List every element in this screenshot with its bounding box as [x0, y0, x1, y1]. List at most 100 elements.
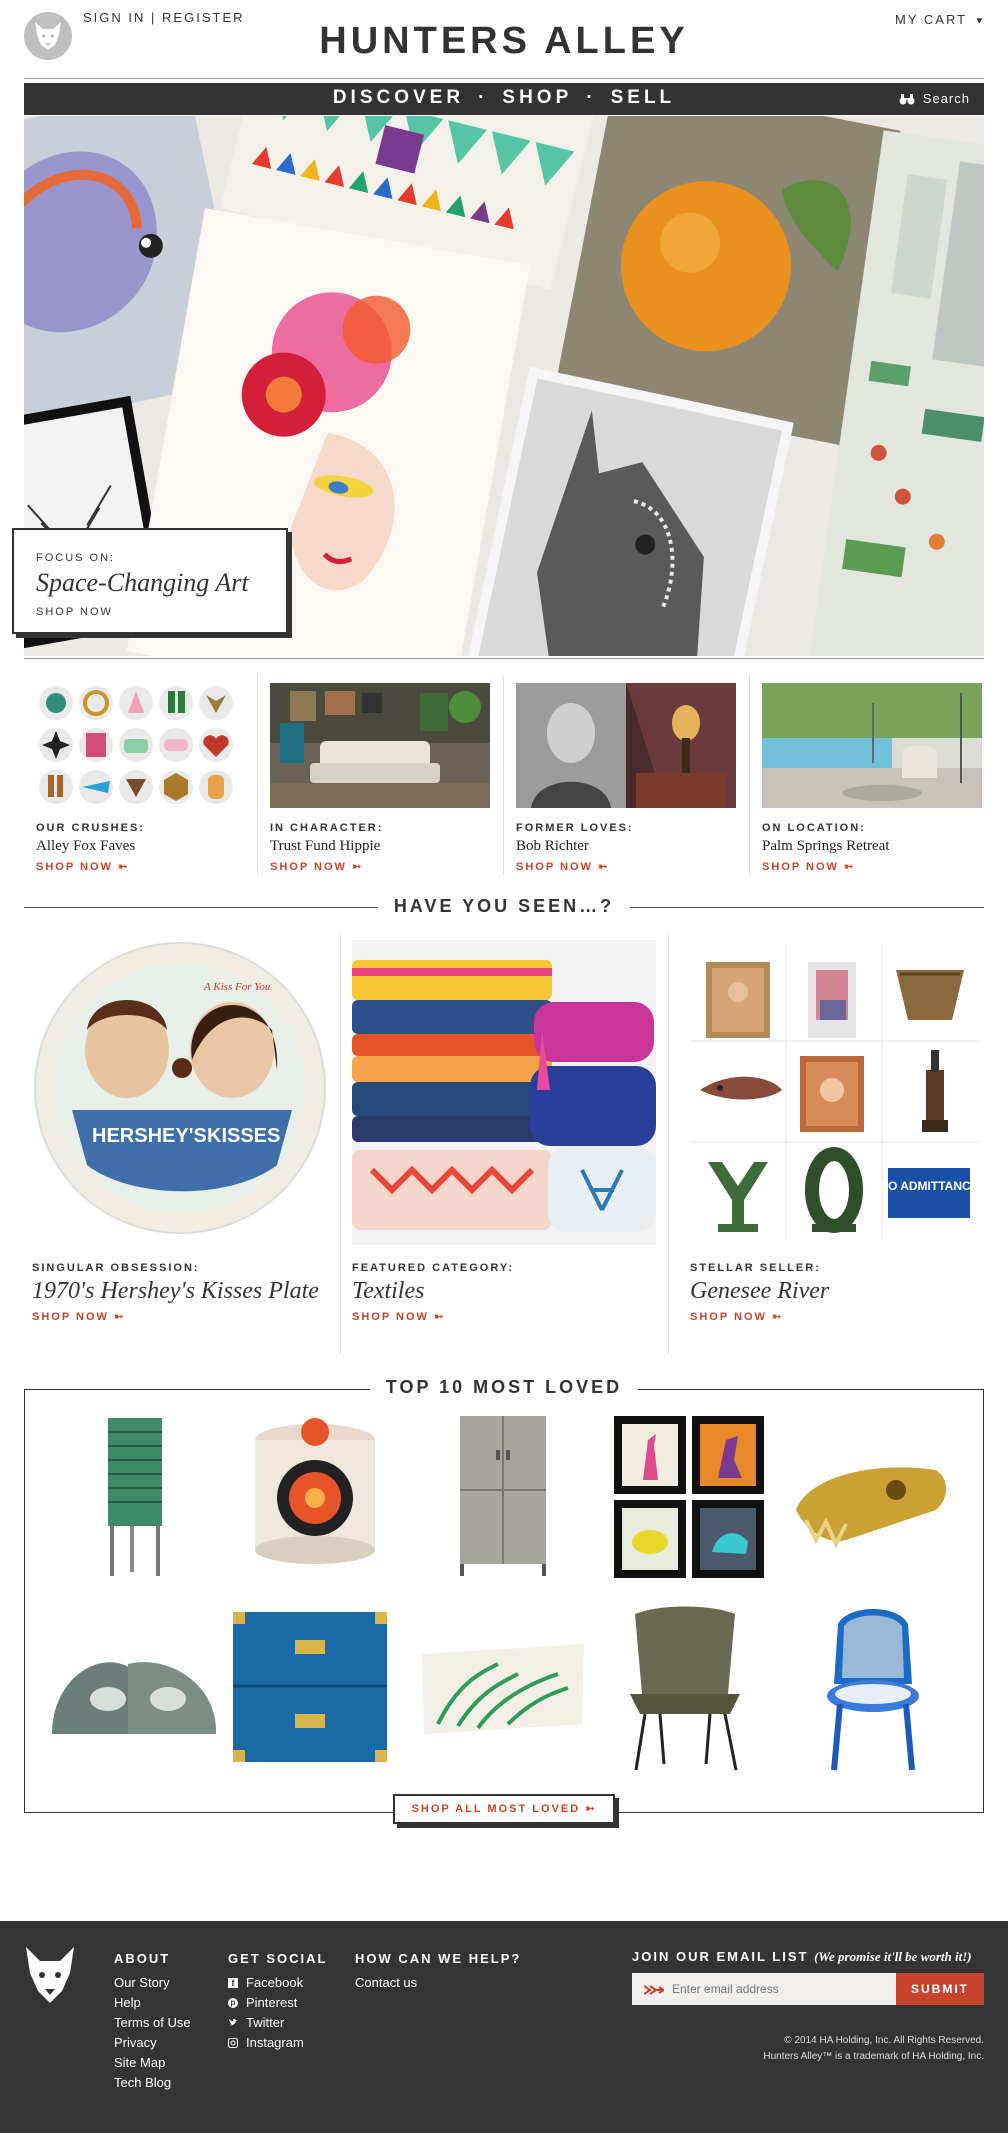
footer-link-pinterest[interactable]: p Pinterest — [228, 1993, 327, 2013]
search-button[interactable]: Search — [899, 91, 970, 106]
top10-item-blue-cane-chair[interactable] — [788, 1604, 958, 1774]
nav-dot: · — [586, 87, 597, 108]
divider — [749, 675, 750, 875]
shop-now-link[interactable]: SHOP NOW ➳ — [36, 860, 256, 873]
feature-card-crushes[interactable]: OUR CRUSHES: Alley Fox Faves SHOP NOW ➳ — [36, 683, 256, 879]
top10-item-leather-chair[interactable] — [600, 1604, 770, 1774]
showcase-kicker: STELLAR SELLER: — [690, 1262, 821, 1274]
top10-item-palm-clutch[interactable] — [418, 1604, 588, 1774]
textiles-image — [352, 940, 656, 1245]
feature-title: Bob Richter — [516, 838, 589, 854]
feature-kicker: ON LOCATION: — [762, 822, 866, 834]
feature-title: Palm Springs Retreat — [762, 838, 890, 854]
divider — [668, 935, 669, 1355]
submit-button[interactable]: SUBMIT — [896, 1973, 984, 2005]
showcase-title: Textiles — [352, 1278, 425, 1304]
showcase-textiles[interactable]: FEATURED CATEGORY: Textiles SHOP NOW ➳ — [352, 940, 656, 1323]
footer-link-label: Instagram — [246, 2035, 304, 2050]
top10-item-metal-cabinet[interactable] — [418, 1410, 588, 1580]
showcase-kicker: SINGULAR OBSESSION: — [32, 1262, 200, 1274]
top10-item-suzani-box[interactable] — [230, 1410, 400, 1580]
footer-heading: ABOUT — [114, 1951, 171, 1966]
section-title: HAVE YOU SEEN…? — [377, 896, 631, 917]
plate-top-text: A Kiss For You — [203, 981, 271, 993]
nav-discover[interactable]: DISCOVER — [333, 87, 464, 108]
footer-link-terms[interactable]: Terms of Use — [114, 2013, 191, 2033]
showcase-obsession[interactable]: A Kiss For You HERSHEY'S KISSES SINGULAR… — [32, 940, 342, 1323]
feature-card-on-location[interactable]: ON LOCATION: Palm Springs Retreat SHOP N… — [762, 683, 982, 879]
top10-item-blue-chest[interactable] — [225, 1604, 395, 1774]
footer-link-privacy[interactable]: Privacy — [114, 2033, 191, 2053]
top10-item-gold-skull[interactable] — [786, 1410, 956, 1580]
showcase-seller[interactable]: NO ADMITTANCE STELLAR SELLER: Genesee Ri… — [690, 940, 980, 1323]
arrow-icon — [643, 1983, 666, 2001]
nav-dot: · — [478, 87, 489, 108]
footer-link-site-map[interactable]: Site Map — [114, 2053, 191, 2073]
shop-now-link[interactable]: SHOP NOW ➳ — [762, 860, 982, 873]
footer-link-help[interactable]: Help — [114, 1993, 191, 2013]
copyright-block: © 2014 HA Holding, Inc. All Rights Reser… — [763, 2033, 984, 2065]
feature-image-crushes — [36, 683, 256, 808]
cart-link[interactable]: MY CART ▾ — [895, 12, 984, 27]
top10-item-animal-prints[interactable] — [608, 1410, 778, 1580]
feature-kicker: FORMER LOVES: — [516, 822, 634, 834]
trademark-text: Hunters Alley™ is a trademark of HA Hold… — [763, 2051, 984, 2062]
feature-card-character[interactable]: IN CHARACTER: Trust Fund Hippie SHOP NOW… — [270, 683, 490, 879]
hero-caption-card[interactable]: FOCUS ON: Space-Changing Art SHOP NOW — [12, 528, 288, 634]
shop-now-link[interactable]: SHOP NOW ➳ — [352, 1310, 656, 1323]
footer-heading: GET SOCIAL — [228, 1951, 328, 1966]
footer-social: GET SOCIAL f Facebook p Pinterest Twitte… — [228, 1949, 327, 2053]
footer-link-label: Pinterest — [246, 1995, 298, 2010]
shop-now-link[interactable]: SHOP NOW ➳ — [516, 860, 736, 873]
feature-title: Alley Fox Faves — [36, 838, 136, 854]
hero-shop-now-link[interactable]: SHOP NOW — [36, 606, 264, 618]
seller-grid-image: NO ADMITTANCE — [690, 940, 980, 1245]
footer-link-twitter[interactable]: Twitter — [228, 2013, 327, 2033]
pinterest-icon: p — [228, 1998, 238, 2008]
plate-image: A Kiss For You HERSHEY'S KISSES — [32, 940, 342, 1245]
divider — [340, 935, 341, 1355]
hero-title: Space-Changing Art — [36, 568, 249, 597]
section-heading-have-you-seen: HAVE YOU SEEN…? — [24, 896, 984, 920]
no-admittance-sign: NO ADMITTANCE — [879, 1179, 978, 1193]
feature-card-former-loves[interactable]: FORMER LOVES: Bob Richter SHOP NOW ➳ — [516, 683, 736, 879]
top10-item-agate-bookends[interactable] — [48, 1604, 218, 1774]
shop-now-link[interactable]: SHOP NOW ➳ — [32, 1310, 342, 1323]
binoculars-icon — [899, 93, 915, 104]
footer-heading: HOW CAN WE HELP? — [355, 1951, 522, 1966]
divider — [257, 675, 258, 875]
shop-all-most-loved-button[interactable]: SHOP ALL MOST LOVED ➳ — [393, 1794, 615, 1824]
footer-link-tech-blog[interactable]: Tech Blog — [114, 2073, 191, 2093]
search-label: Search — [922, 91, 970, 106]
shop-now-link[interactable]: SHOP NOW ➳ — [270, 860, 490, 873]
main-nav: DISCOVER · SHOP · SELL Search — [24, 83, 984, 115]
showcase-kicker: FEATURED CATEGORY: — [352, 1262, 515, 1274]
facebook-icon: f — [228, 1978, 238, 1988]
hero-kicker: FOCUS ON: — [36, 552, 116, 564]
feature-image-former-loves — [516, 683, 736, 808]
top10-item-green-cabinet[interactable] — [50, 1410, 220, 1580]
showcase-title: 1970's Hershey's Kisses Plate — [32, 1278, 319, 1304]
email-heading-label: JOIN OUR EMAIL LIST — [632, 1949, 809, 1964]
footer-link-instagram[interactable]: Instagram — [228, 2033, 327, 2053]
divider — [24, 78, 984, 79]
email-input[interactable] — [632, 1973, 896, 2005]
divider — [24, 658, 984, 659]
feature-kicker: OUR CRUSHES: — [36, 822, 145, 834]
footer-link-label: Twitter — [246, 2015, 285, 2030]
footer-about: ABOUT Our Story Help Terms of Use Privac… — [114, 1949, 191, 2093]
fox-footer-logo-icon — [22, 1943, 78, 2012]
email-heading-note: (We promise it'll be worth it!) — [814, 1949, 972, 1964]
footer-link-facebook[interactable]: f Facebook — [228, 1973, 327, 1993]
feature-title: Trust Fund Hippie — [270, 838, 381, 854]
section-title: TOP 10 MOST LOVED — [369, 1377, 639, 1398]
section-heading-top10: TOP 10 MOST LOVED — [24, 1377, 984, 1401]
footer-link-contact-us[interactable]: Contact us — [355, 1973, 521, 1993]
shop-now-link[interactable]: SHOP NOW ➳ — [690, 1310, 980, 1323]
nav-shop[interactable]: SHOP — [502, 87, 572, 108]
site-title[interactable]: HUNTERS ALLEY — [0, 20, 1008, 63]
site-footer: ABOUT Our Story Help Terms of Use Privac… — [0, 1921, 1008, 2133]
feature-image-character — [270, 683, 490, 808]
nav-sell[interactable]: SELL — [611, 87, 676, 108]
footer-link-our-story[interactable]: Our Story — [114, 1973, 191, 1993]
